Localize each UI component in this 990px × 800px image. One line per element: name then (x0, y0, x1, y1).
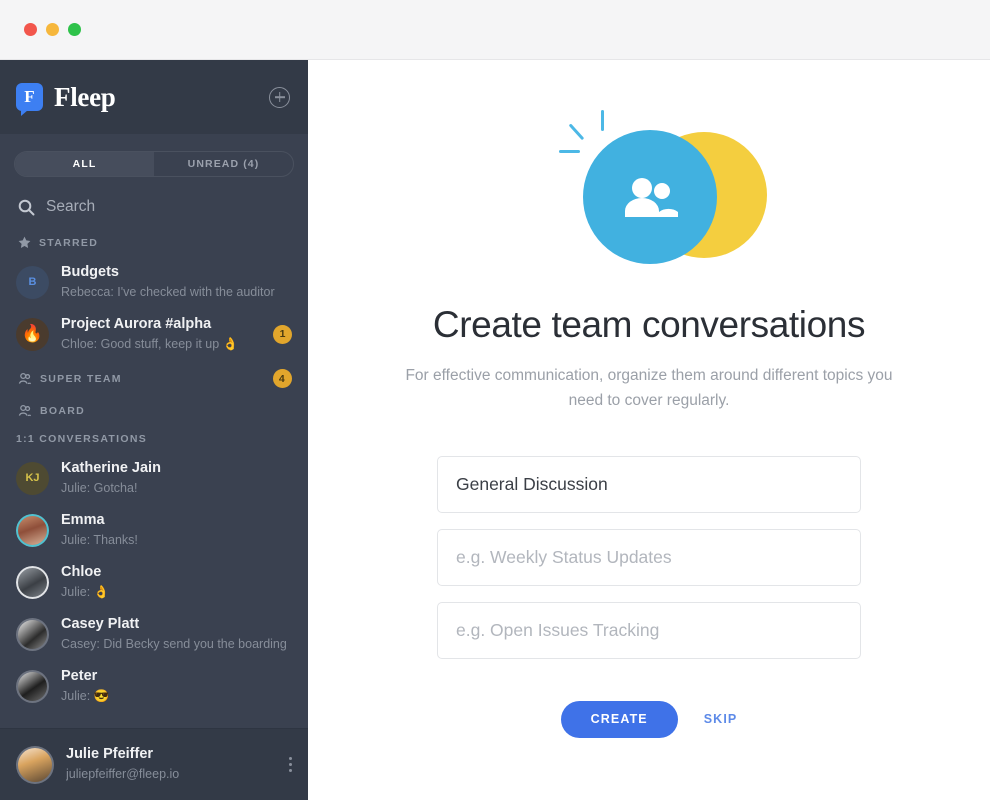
fleep-logo-icon: F (16, 83, 43, 116)
onboarding-illustration (539, 94, 767, 274)
brand-name: Fleep (54, 81, 116, 112)
conversation-name-input-3[interactable]: e.g. Open Issues Tracking (437, 601, 861, 659)
list-item[interactable]: Emma Julie: Thanks! (0, 504, 308, 556)
avatar: 🔥 (16, 317, 49, 351)
conversation-preview: Julie: 😎 (61, 688, 110, 703)
avatar (16, 745, 54, 784)
list-item[interactable]: Chloe Julie: 👌 (0, 556, 308, 608)
main-content: Create team conversations For effective … (308, 60, 990, 800)
list-item[interactable]: KJ Katherine Jain Julie: Gotcha! (0, 452, 308, 504)
unread-badge: 1 (273, 324, 292, 344)
list-item[interactable]: Casey Platt Casey: Did Becky send you th… (0, 608, 308, 660)
conversation-preview: Rebecca: I've checked with the auditor (61, 284, 275, 299)
conversation-preview: Julie: 👌 (61, 584, 110, 599)
section-label: SUPER TEAM (40, 372, 122, 385)
conversation-preview: Casey: Did Becky send you the boarding (61, 636, 287, 651)
zoom-window-button[interactable] (68, 23, 81, 36)
conversation-title: Project Aurora #alpha (61, 315, 212, 332)
window-titlebar (0, 0, 990, 60)
close-window-button[interactable] (24, 23, 37, 36)
conversation-filter-tabs: ALL UNREAD (4) (14, 151, 294, 177)
team-icon (18, 372, 32, 385)
people-group-icon (583, 130, 717, 264)
sparkle-icon (568, 123, 584, 141)
conversation-name-form: General Discussion e.g. Weekly Status Up… (437, 455, 861, 659)
conversation-list[interactable]: STARRED B Budgets Rebecca: I've checked … (0, 221, 308, 728)
list-item[interactable]: B Budgets Rebecca: I've checked with the… (0, 256, 308, 308)
search-placeholder: Search (46, 198, 96, 215)
conversation-title: Katherine Jain (61, 459, 161, 476)
sidebar-item-board[interactable]: BOARD (0, 395, 308, 424)
conversation-preview: Julie: Thanks! (61, 532, 138, 547)
sparkle-icon (559, 150, 580, 153)
page-subtitle: For effective communication, organize th… (405, 367, 893, 409)
section-label: STARRED (39, 236, 99, 249)
list-item[interactable]: Peter Julie: 😎 (0, 660, 308, 712)
section-header-starred: STARRED (0, 227, 308, 256)
account-email: juliepfeiffer@fleep.io (66, 767, 180, 782)
section-label: BOARD (40, 404, 85, 417)
tab-unread[interactable]: UNREAD (4) (154, 152, 293, 176)
sidebar-header: F Fleep (0, 60, 308, 134)
section-label: 1:1 CONVERSATIONS (16, 433, 148, 445)
avatar (16, 513, 49, 547)
plus-circle-icon[interactable] (269, 86, 290, 108)
kebab-menu-icon[interactable] (289, 757, 292, 772)
sidebar-item-super-team[interactable]: SUPER TEAM 4 (0, 360, 308, 395)
conversation-title: Peter (61, 667, 98, 684)
conversation-title: Chloe (61, 563, 102, 580)
conversation-name-input-2[interactable]: e.g. Weekly Status Updates (437, 528, 861, 586)
list-item[interactable]: 🔥 Project Aurora #alpha Chloe: Good stuf… (0, 308, 308, 360)
conversation-preview: Chloe: Good stuff, keep it up 👌 (61, 336, 239, 351)
account-row[interactable]: Julie Pfeiffer juliepfeiffer@fleep.io (0, 728, 308, 800)
avatar (16, 565, 49, 599)
account-name: Julie Pfeiffer (66, 746, 154, 763)
avatar: B (16, 265, 49, 299)
conversation-title: Budgets (61, 263, 119, 280)
conversation-title: Emma (61, 511, 105, 528)
skip-button[interactable]: SKIP (704, 712, 738, 726)
avatar: KJ (16, 461, 49, 495)
conversation-preview: Julie: Gotcha! (61, 480, 138, 495)
avatar (16, 669, 49, 703)
conversation-name-input-1[interactable]: General Discussion (437, 455, 861, 513)
app-window: F Fleep ALL UNREAD (4) Search STARRED B … (0, 0, 990, 800)
page-title: Create team conversations (432, 304, 866, 345)
tab-all[interactable]: ALL (15, 152, 154, 176)
search-input[interactable]: Search (0, 177, 308, 221)
conversation-title: Casey Platt (61, 615, 140, 632)
unread-badge: 4 (273, 369, 292, 388)
team-icon (18, 404, 32, 417)
avatar (16, 617, 49, 651)
search-icon (18, 199, 35, 215)
star-icon (18, 236, 31, 248)
minimize-window-button[interactable] (46, 23, 59, 36)
create-button[interactable]: CREATE (560, 700, 678, 738)
form-actions: CREATE SKIP (560, 700, 738, 738)
sparkle-icon (601, 110, 604, 131)
sidebar: F Fleep ALL UNREAD (4) Search STARRED B … (0, 60, 308, 800)
section-header-one-to-one: 1:1 CONVERSATIONS (0, 424, 308, 452)
